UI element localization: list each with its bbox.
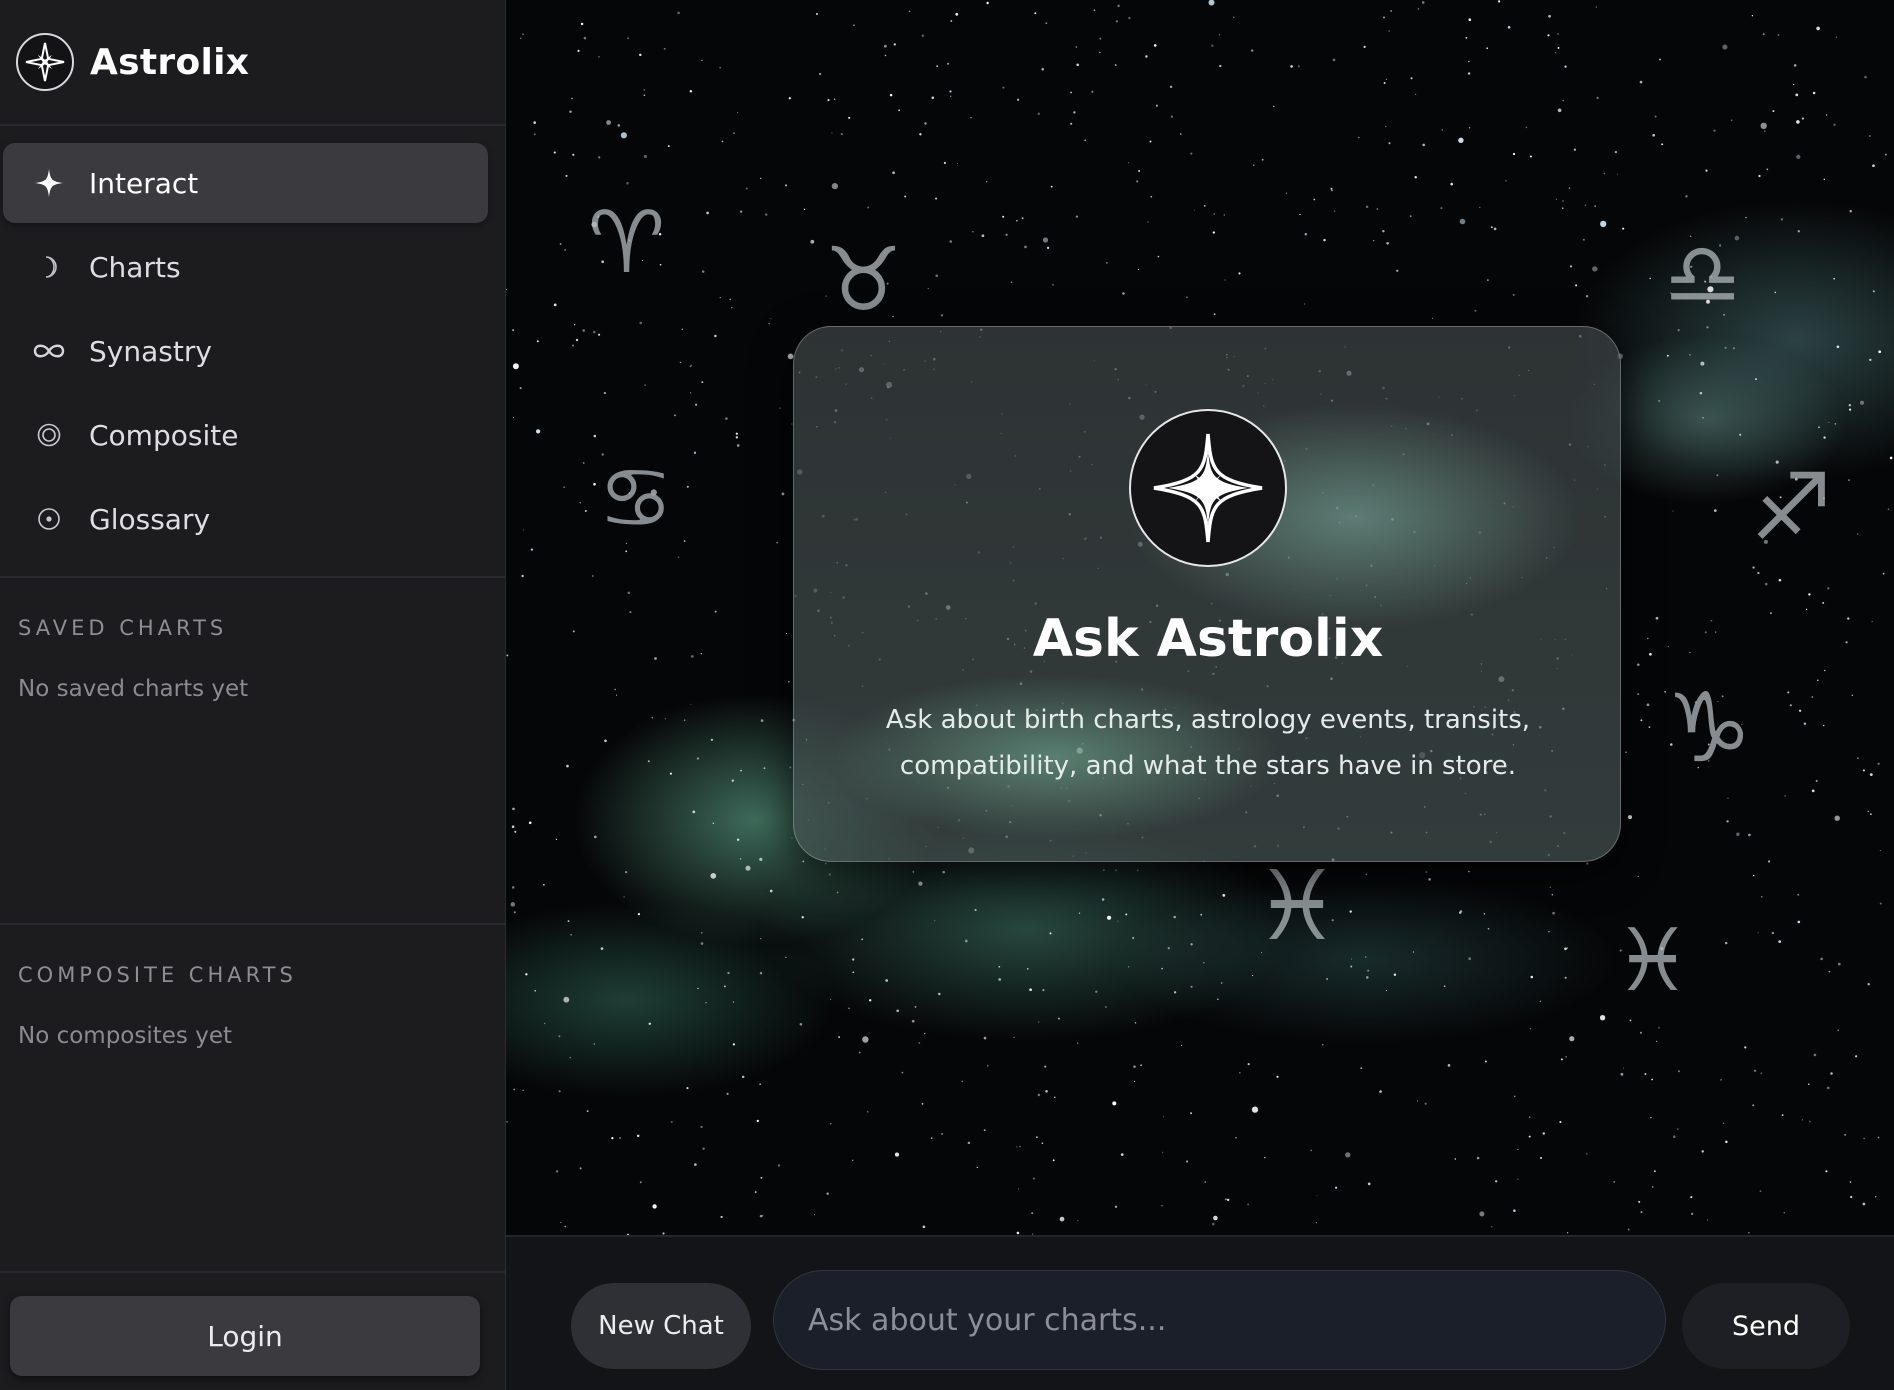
chat-composer: New Chat Send bbox=[506, 1235, 1894, 1390]
sagittarius-icon: ♐ bbox=[1750, 454, 1833, 561]
concentric-circles-icon bbox=[29, 415, 69, 455]
nav-label-interact: Interact bbox=[89, 166, 199, 200]
nav-item-charts[interactable]: Charts bbox=[3, 227, 488, 307]
chat-input[interactable] bbox=[773, 1270, 1666, 1370]
main-area: ♈ ♉ ♎ ♋ ♐ ♑ ♓ ♓ Ask Astrolix Ask about b… bbox=[506, 0, 1894, 1390]
welcome-title: Ask Astrolix bbox=[1032, 609, 1384, 669]
pisces-icon: ♓ bbox=[1254, 850, 1341, 962]
welcome-card: Ask Astrolix Ask about birth charts, ast… bbox=[793, 326, 1621, 862]
nav-label-charts: Charts bbox=[89, 250, 181, 284]
login-container: Login bbox=[10, 1296, 480, 1376]
welcome-subtitle: Ask about birth charts, astrology events… bbox=[885, 705, 1531, 781]
nav-item-composite[interactable]: Composite bbox=[3, 395, 488, 475]
moon-icon bbox=[29, 247, 69, 287]
send-button[interactable]: Send bbox=[1682, 1283, 1850, 1369]
nav-item-interact[interactable]: Interact bbox=[3, 143, 488, 223]
saved-charts-title: SAVED CHARTS bbox=[18, 616, 228, 640]
new-chat-button[interactable]: New Chat bbox=[571, 1283, 751, 1369]
dot-circle-icon bbox=[29, 499, 69, 539]
pisces-icon: ♓ bbox=[1614, 911, 1692, 1011]
libra-icon: ♎ bbox=[1664, 225, 1742, 325]
nav-label-composite: Composite bbox=[89, 418, 239, 452]
taurus-icon: ♉ bbox=[824, 228, 903, 331]
composite-charts-empty-message: No composites yet bbox=[18, 1023, 232, 1049]
saved-charts-empty-message: No saved charts yet bbox=[18, 676, 249, 702]
saved-charts-section: SAVED CHARTS No saved charts yet bbox=[0, 578, 505, 925]
composite-charts-title: COMPOSITE CHARTS bbox=[18, 963, 297, 987]
nav-label-glossary: Glossary bbox=[89, 502, 211, 536]
aries-icon: ♈ bbox=[588, 193, 666, 293]
app-window: Astrolix Interact Charts Synastry Compos… bbox=[0, 0, 1894, 1390]
cancer-icon: ♋ bbox=[598, 449, 674, 547]
compass-star-logo-icon[interactable] bbox=[16, 33, 74, 91]
capricorn-icon: ♑ bbox=[1666, 672, 1753, 784]
sparkle-icon bbox=[29, 163, 69, 203]
login-button[interactable]: Login bbox=[10, 1296, 480, 1376]
app-name[interactable]: Astrolix bbox=[90, 42, 249, 83]
infinity-icon bbox=[29, 331, 69, 371]
starry-sky-background: ♈ ♉ ♎ ♋ ♐ ♑ ♓ ♓ Ask Astrolix Ask about b… bbox=[506, 0, 1894, 1235]
nav-item-glossary[interactable]: Glossary bbox=[3, 479, 488, 559]
composite-charts-section: COMPOSITE CHARTS No composites yet bbox=[0, 925, 505, 1273]
nav-label-synastry: Synastry bbox=[89, 334, 212, 368]
nav-item-synastry[interactable]: Synastry bbox=[3, 311, 488, 391]
brand-header: Astrolix bbox=[0, 0, 505, 126]
main-nav: Interact Charts Synastry Composite Gloss… bbox=[0, 126, 505, 578]
sidebar: Astrolix Interact Charts Synastry Compos… bbox=[0, 0, 506, 1390]
compass-star-icon bbox=[1129, 409, 1287, 567]
